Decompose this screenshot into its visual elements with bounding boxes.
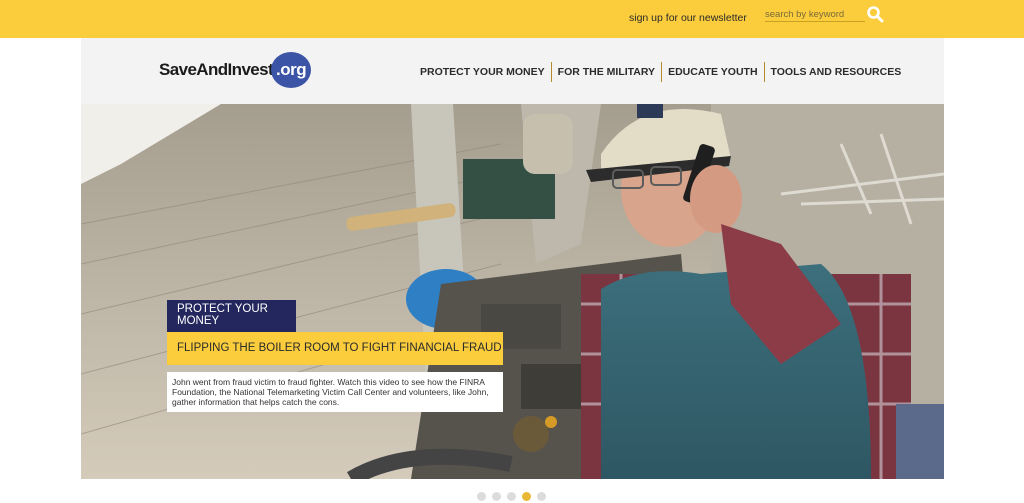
search-input[interactable]: [765, 8, 865, 22]
carousel-dot[interactable]: [492, 492, 501, 501]
main-nav: PROTECT YOUR MONEY FOR THE MILITARY EDUC…: [414, 62, 907, 82]
site-logo[interactable]: SaveAndInvest .org: [159, 50, 312, 90]
nav-for-the-military[interactable]: FOR THE MILITARY: [552, 62, 661, 82]
search-button[interactable]: [866, 5, 884, 23]
carousel-dot[interactable]: [507, 492, 516, 501]
top-bar: sign up for our newsletter: [0, 0, 1024, 38]
logo-wordmark: SaveAndInvest: [159, 60, 274, 79]
carousel-dots: [477, 492, 546, 501]
magnifier-icon: [867, 6, 884, 23]
newsletter-signup-link[interactable]: sign up for our newsletter: [629, 12, 747, 24]
logo-org-badge: .org: [271, 52, 312, 88]
hero-carousel-slide[interactable]: PROTECT YOUR MONEY FLIPPING THE BOILER R…: [81, 104, 944, 479]
site-header: SaveAndInvest .org PROTECT YOUR MONEY FO…: [81, 38, 944, 104]
hero-summary: John went from fraud victim to fraud fig…: [167, 372, 503, 412]
category-tag[interactable]: PROTECT YOUR MONEY: [167, 300, 296, 332]
carousel-dot-active[interactable]: [522, 492, 531, 501]
hero-photo: [81, 104, 944, 479]
hero-headline[interactable]: FLIPPING THE BOILER ROOM TO FIGHT FINANC…: [167, 332, 503, 365]
carousel-dot[interactable]: [477, 492, 486, 501]
carousel-dot[interactable]: [537, 492, 546, 501]
nav-tools-and-resources[interactable]: TOOLS AND RESOURCES: [765, 62, 908, 82]
nav-protect-your-money[interactable]: PROTECT YOUR MONEY: [414, 62, 551, 82]
nav-educate-youth[interactable]: EDUCATE YOUTH: [662, 62, 763, 82]
